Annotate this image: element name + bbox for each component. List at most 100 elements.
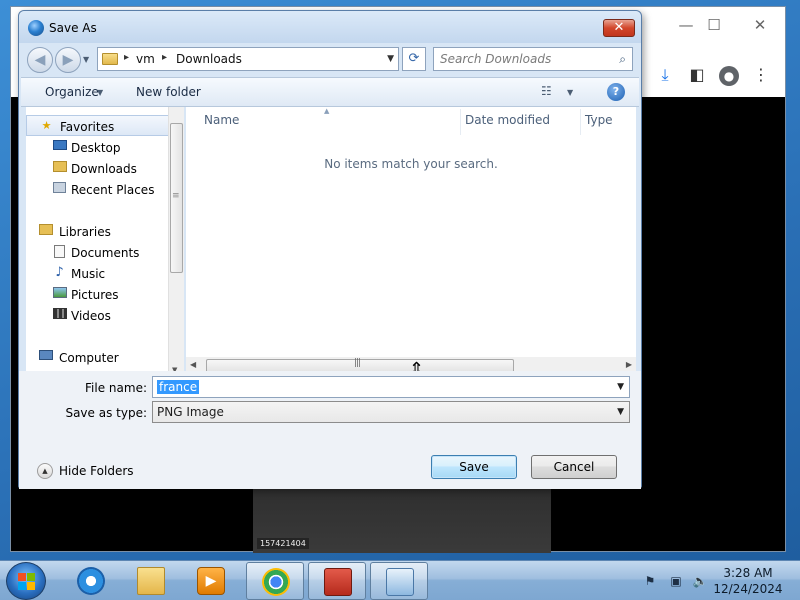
file-name-field[interactable]: france ▼ <box>152 376 630 398</box>
scrollbar-grip-icon: ≡ <box>172 191 180 201</box>
nav-item-desktop[interactable]: Desktop <box>26 137 183 158</box>
taskbar-toolbox[interactable] <box>308 562 366 600</box>
file-name-label: File name: <box>85 381 147 395</box>
navigation-scrollbar[interactable]: ≡ ▼ <box>168 107 184 377</box>
menu-icon[interactable]: ⋮ <box>749 63 773 87</box>
clock-date: 12/24/2024 <box>713 582 783 596</box>
media-player-icon: ▶ <box>197 567 225 595</box>
taskbar-media-player[interactable]: ▶ <box>182 562 240 600</box>
refresh-button[interactable]: ⟳ <box>402 47 426 71</box>
scroll-left-arrow-icon[interactable]: ◀ <box>190 360 196 369</box>
breadcrumb-separator-icon: ▸ <box>162 52 168 63</box>
forward-arrow-icon: ▶ <box>62 52 74 68</box>
scrollbar-grip-icon: ||| <box>354 358 361 368</box>
nav-item-recent-places[interactable]: Recent Places <box>26 179 183 200</box>
nav-label: Recent Places <box>71 183 155 197</box>
collapse-up-icon: ▲ <box>37 463 53 479</box>
empty-message: No items match your search. <box>324 157 498 171</box>
nav-item-videos[interactable]: Videos <box>26 305 183 326</box>
nav-label: Downloads <box>71 162 137 176</box>
taskbar-control-panel[interactable] <box>370 562 428 600</box>
recent-places-icon <box>52 182 67 196</box>
sidebar-icon[interactable]: ◧ <box>685 63 709 87</box>
address-dropdown-icon[interactable]: ▼ <box>387 54 394 64</box>
nav-label: Pictures <box>71 288 119 302</box>
column-separator[interactable] <box>460 109 461 135</box>
network-icon[interactable]: ▣ <box>668 573 684 589</box>
column-header-date-modified[interactable]: Date modified <box>465 113 550 127</box>
breadcrumb-downloads[interactable]: Downloads <box>176 52 242 66</box>
browser-minimize-button[interactable]: — <box>671 15 701 35</box>
taskbar-internet-explorer[interactable] <box>62 562 120 600</box>
navigation-pane: ★ Favorites Desktop Downloads Recent Pla… <box>26 107 184 377</box>
breadcrumb-vm[interactable]: vm <box>136 52 155 66</box>
file-name-value[interactable]: france <box>157 380 200 394</box>
nav-label: Desktop <box>71 141 121 155</box>
save-as-type-dropdown-icon[interactable]: ▼ <box>617 407 624 417</box>
dialog-close-button[interactable]: ✕ <box>603 19 635 37</box>
cancel-button[interactable]: Cancel <box>531 455 617 479</box>
desktop-icon <box>52 140 67 154</box>
browser-maximize-button[interactable]: ☐ <box>699 15 729 35</box>
nav-item-downloads[interactable]: Downloads <box>26 158 183 179</box>
help-button[interactable]: ? <box>607 83 625 101</box>
computer-icon <box>38 350 53 364</box>
chrome-icon <box>262 568 290 596</box>
refresh-icon: ⟳ <box>408 51 420 66</box>
sort-indicator-icon: ▲ <box>324 107 330 115</box>
nav-item-favorites[interactable]: ★ Favorites <box>26 115 183 136</box>
nav-item-libraries[interactable]: Libraries <box>26 221 183 242</box>
download-icon[interactable]: ⤓ <box>653 63 677 87</box>
search-box[interactable]: ⌕ <box>433 47 633 71</box>
taskbar: ▶ ⚑ ▣ 🔈 3:28 AM 12/24/2024 <box>0 560 800 600</box>
system-clock[interactable]: 3:28 AM 12/24/2024 <box>712 565 784 597</box>
nav-item-computer[interactable]: Computer <box>26 347 183 368</box>
dialog-titlebar[interactable]: Save As ✕ <box>19 11 641 43</box>
save-as-type-value: PNG Image <box>157 405 224 419</box>
organize-dropdown-icon[interactable]: ▼ <box>97 88 103 97</box>
nav-item-documents[interactable]: Documents <box>26 242 183 263</box>
action-center-flag-icon[interactable]: ⚑ <box>642 573 658 589</box>
start-button[interactable] <box>6 562 46 600</box>
breadcrumb-separator-icon: ▸ <box>124 52 130 63</box>
forward-button[interactable]: ▶ <box>55 47 81 73</box>
nav-item-pictures[interactable]: Pictures <box>26 284 183 305</box>
view-dropdown-icon[interactable]: ▼ <box>567 88 573 97</box>
pictures-icon <box>52 287 67 301</box>
nav-label: Computer <box>59 351 119 365</box>
command-toolbar: Organize ▼ New folder ☷ ▼ ? <box>21 77 639 107</box>
chrome-app-icon <box>28 20 44 36</box>
dialog-bottom-pane: File name: france ▼ Save as type: PNG Im… <box>19 371 641 489</box>
file-list-pane[interactable]: ▲ Name Date modified Type No items match… <box>186 107 636 377</box>
control-panel-icon <box>386 568 414 596</box>
nav-label: Videos <box>71 309 111 323</box>
new-folder-button[interactable]: New folder <box>136 85 201 99</box>
search-input[interactable] <box>434 48 604 70</box>
column-header-type[interactable]: Type <box>585 113 613 127</box>
file-explorer-icon <box>137 567 165 595</box>
back-button[interactable]: ◀ <box>27 47 53 73</box>
search-icon[interactable]: ⌕ <box>619 52 626 67</box>
taskbar-chrome[interactable] <box>246 562 304 600</box>
videos-icon <box>52 308 67 322</box>
hide-folders-label: Hide Folders <box>59 464 134 478</box>
scroll-right-arrow-icon[interactable]: ▶ <box>626 360 632 369</box>
nav-label: Music <box>71 267 106 281</box>
browser-close-button[interactable]: ✕ <box>745 15 775 35</box>
nav-item-music[interactable]: ♪ Music <box>26 263 183 284</box>
recent-locations-dropdown[interactable]: ▼ <box>83 55 89 64</box>
profile-icon[interactable]: ● <box>717 63 741 87</box>
file-name-dropdown-icon[interactable]: ▼ <box>617 382 624 392</box>
clock-time: 3:28 AM <box>723 566 773 580</box>
address-bar[interactable]: ▸ vm ▸ Downloads ▼ <box>97 47 399 71</box>
taskbar-file-explorer[interactable] <box>122 562 180 600</box>
volume-muted-icon[interactable]: 🔈 <box>692 573 708 589</box>
save-as-type-select[interactable]: PNG Image ▼ <box>152 401 630 423</box>
save-button[interactable]: Save <box>431 455 517 479</box>
column-separator[interactable] <box>580 109 581 135</box>
dialog-title: Save As <box>49 21 97 35</box>
view-options-icon[interactable]: ☷ <box>541 84 552 98</box>
column-header-name[interactable]: Name <box>204 113 239 127</box>
organize-menu[interactable]: Organize <box>45 85 99 99</box>
windows-logo-icon <box>18 573 36 591</box>
